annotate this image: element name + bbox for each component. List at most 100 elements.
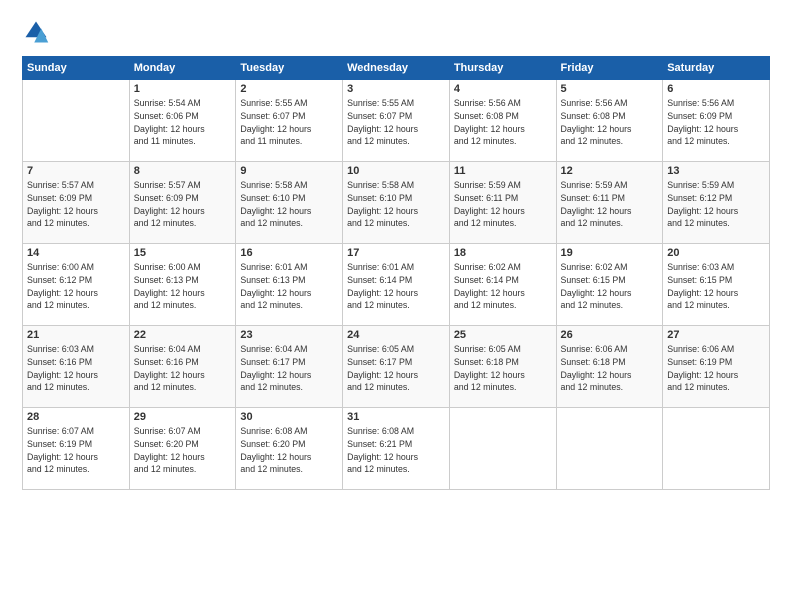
day-number: 16 xyxy=(240,247,338,259)
day-cell-30: 30 Sunrise: 6:08 AMSunset: 6:20 PMDayligh… xyxy=(236,408,343,490)
day-number: 6 xyxy=(667,83,765,95)
day-cell-6: 6Sunrise: 5:56 AMSunset: 6:09 PMDaylight… xyxy=(663,80,770,162)
day-cell-4: 4 Sunrise: 5:56 AMSunset: 6:08 PMDaylight… xyxy=(449,80,556,162)
day-info: Sunrise: 6:04 AMSunset: 6:17 PMDaylight:… xyxy=(240,343,338,394)
day-number: 17 xyxy=(347,247,445,259)
day-number: 30 xyxy=(240,411,338,423)
week-row-3: 14 Sunrise: 6:00 AMSunset: 6:12 PMDayligh… xyxy=(23,244,770,326)
day-number: 26 xyxy=(561,329,659,341)
day-info: Sunrise: 5:57 AMSunset: 6:09 PMDaylight:… xyxy=(27,179,125,230)
week-row-1: 1Sunrise: 5:54 AMSunset: 6:06 PMDaylight… xyxy=(23,80,770,162)
day-cell-12: 12Sunrise: 5:59 AMSunset: 6:11 PMDayligh… xyxy=(556,162,663,244)
day-info: Sunrise: 5:59 AMSunset: 6:11 PMDaylight:… xyxy=(561,179,659,230)
day-info: Sunrise: 5:56 AMSunset: 6:08 PMDaylight:… xyxy=(454,97,552,148)
day-number: 14 xyxy=(27,247,125,259)
day-cell-3: 3 Sunrise: 5:55 AMSunset: 6:07 PMDaylight… xyxy=(343,80,450,162)
day-number: 29 xyxy=(134,411,232,423)
day-number: 8 xyxy=(134,165,232,177)
logo xyxy=(22,18,54,46)
page: SundayMondayTuesdayWednesdayThursdayFrid… xyxy=(0,0,792,612)
day-number: 20 xyxy=(667,247,765,259)
empty-cell xyxy=(23,80,130,162)
day-number: 4 xyxy=(454,83,552,95)
day-info: Sunrise: 5:59 AMSunset: 6:12 PMDaylight:… xyxy=(667,179,765,230)
weekday-header-saturday: Saturday xyxy=(663,57,770,80)
day-cell-19: 19 Sunrise: 6:02 AMSunset: 6:15 PMDayligh… xyxy=(556,244,663,326)
day-info: Sunrise: 6:04 AMSunset: 6:16 PMDaylight:… xyxy=(134,343,232,394)
day-cell-22: 22 Sunrise: 6:04 AMSunset: 6:16 PMDayligh… xyxy=(129,326,236,408)
day-info: Sunrise: 6:07 AMSunset: 6:19 PMDaylight:… xyxy=(27,425,125,476)
day-info: Sunrise: 5:58 AMSunset: 6:10 PMDaylight:… xyxy=(347,179,445,230)
week-row-2: 7 Sunrise: 5:57 AMSunset: 6:09 PMDaylight… xyxy=(23,162,770,244)
day-number: 21 xyxy=(27,329,125,341)
day-info: Sunrise: 6:08 AMSunset: 6:21 PMDaylight:… xyxy=(347,425,445,476)
weekday-header-row: SundayMondayTuesdayWednesdayThursdayFrid… xyxy=(23,57,770,80)
day-number: 22 xyxy=(134,329,232,341)
day-number: 13 xyxy=(667,165,765,177)
day-cell-9: 9 Sunrise: 5:58 AMSunset: 6:10 PMDaylight… xyxy=(236,162,343,244)
day-cell-8: 8 Sunrise: 5:57 AMSunset: 6:09 PMDaylight… xyxy=(129,162,236,244)
day-number: 25 xyxy=(454,329,552,341)
day-number: 31 xyxy=(347,411,445,423)
day-info: Sunrise: 6:02 AMSunset: 6:14 PMDaylight:… xyxy=(454,261,552,312)
weekday-header-friday: Friday xyxy=(556,57,663,80)
day-info: Sunrise: 6:00 AMSunset: 6:12 PMDaylight:… xyxy=(27,261,125,312)
day-number: 11 xyxy=(454,165,552,177)
day-info: Sunrise: 5:55 AMSunset: 6:07 PMDaylight:… xyxy=(347,97,445,148)
day-cell-20: 20 Sunrise: 6:03 AMSunset: 6:15 PMDayligh… xyxy=(663,244,770,326)
day-info: Sunrise: 6:03 AMSunset: 6:15 PMDaylight:… xyxy=(667,261,765,312)
header xyxy=(22,18,770,46)
day-cell-21: 21 Sunrise: 6:03 AMSunset: 6:16 PMDayligh… xyxy=(23,326,130,408)
weekday-header-monday: Monday xyxy=(129,57,236,80)
day-number: 2 xyxy=(240,83,338,95)
day-cell-14: 14 Sunrise: 6:00 AMSunset: 6:12 PMDayligh… xyxy=(23,244,130,326)
day-cell-2: 2 Sunrise: 5:55 AMSunset: 6:07 PMDaylight… xyxy=(236,80,343,162)
day-cell-28: 28Sunrise: 6:07 AMSunset: 6:19 PMDayligh… xyxy=(23,408,130,490)
day-info: Sunrise: 5:56 AMSunset: 6:08 PMDaylight:… xyxy=(561,97,659,148)
day-cell-5: 5Sunrise: 5:56 AMSunset: 6:08 PMDaylight… xyxy=(556,80,663,162)
day-info: Sunrise: 6:00 AMSunset: 6:13 PMDaylight:… xyxy=(134,261,232,312)
day-number: 7 xyxy=(27,165,125,177)
day-info: Sunrise: 6:08 AMSunset: 6:20 PMDaylight:… xyxy=(240,425,338,476)
week-row-4: 21 Sunrise: 6:03 AMSunset: 6:16 PMDayligh… xyxy=(23,326,770,408)
day-cell-16: 16 Sunrise: 6:01 AMSunset: 6:13 PMDayligh… xyxy=(236,244,343,326)
day-info: Sunrise: 6:07 AMSunset: 6:20 PMDaylight:… xyxy=(134,425,232,476)
day-cell-26: 26Sunrise: 6:06 AMSunset: 6:18 PMDayligh… xyxy=(556,326,663,408)
day-info: Sunrise: 6:06 AMSunset: 6:19 PMDaylight:… xyxy=(667,343,765,394)
weekday-header-thursday: Thursday xyxy=(449,57,556,80)
day-number: 3 xyxy=(347,83,445,95)
day-info: Sunrise: 6:02 AMSunset: 6:15 PMDaylight:… xyxy=(561,261,659,312)
week-row-5: 28Sunrise: 6:07 AMSunset: 6:19 PMDayligh… xyxy=(23,408,770,490)
day-cell-31: 31 Sunrise: 6:08 AMSunset: 6:21 PMDayligh… xyxy=(343,408,450,490)
day-cell-15: 15 Sunrise: 6:00 AMSunset: 6:13 PMDayligh… xyxy=(129,244,236,326)
day-cell-23: 23 Sunrise: 6:04 AMSunset: 6:17 PMDayligh… xyxy=(236,326,343,408)
day-number: 10 xyxy=(347,165,445,177)
day-number: 18 xyxy=(454,247,552,259)
day-number: 15 xyxy=(134,247,232,259)
calendar-table: SundayMondayTuesdayWednesdayThursdayFrid… xyxy=(22,56,770,490)
day-info: Sunrise: 5:57 AMSunset: 6:09 PMDaylight:… xyxy=(134,179,232,230)
day-cell-11: 11 Sunrise: 5:59 AMSunset: 6:11 PMDayligh… xyxy=(449,162,556,244)
day-info: Sunrise: 5:59 AMSunset: 6:11 PMDaylight:… xyxy=(454,179,552,230)
day-cell-29: 29 Sunrise: 6:07 AMSunset: 6:20 PMDayligh… xyxy=(129,408,236,490)
day-number: 9 xyxy=(240,165,338,177)
day-info: Sunrise: 5:55 AMSunset: 6:07 PMDaylight:… xyxy=(240,97,338,148)
day-number: 1 xyxy=(134,83,232,95)
day-info: Sunrise: 5:58 AMSunset: 6:10 PMDaylight:… xyxy=(240,179,338,230)
day-number: 23 xyxy=(240,329,338,341)
day-info: Sunrise: 6:05 AMSunset: 6:17 PMDaylight:… xyxy=(347,343,445,394)
day-info: Sunrise: 6:01 AMSunset: 6:13 PMDaylight:… xyxy=(240,261,338,312)
day-info: Sunrise: 6:03 AMSunset: 6:16 PMDaylight:… xyxy=(27,343,125,394)
day-cell-18: 18 Sunrise: 6:02 AMSunset: 6:14 PMDayligh… xyxy=(449,244,556,326)
empty-cell xyxy=(556,408,663,490)
empty-cell xyxy=(449,408,556,490)
day-cell-7: 7 Sunrise: 5:57 AMSunset: 6:09 PMDaylight… xyxy=(23,162,130,244)
empty-cell xyxy=(663,408,770,490)
day-cell-1: 1Sunrise: 5:54 AMSunset: 6:06 PMDaylight… xyxy=(129,80,236,162)
day-number: 19 xyxy=(561,247,659,259)
logo-icon xyxy=(22,18,50,46)
day-info: Sunrise: 6:01 AMSunset: 6:14 PMDaylight:… xyxy=(347,261,445,312)
day-cell-27: 27 Sunrise: 6:06 AMSunset: 6:19 PMDayligh… xyxy=(663,326,770,408)
day-number: 27 xyxy=(667,329,765,341)
day-cell-24: 24Sunrise: 6:05 AMSunset: 6:17 PMDayligh… xyxy=(343,326,450,408)
